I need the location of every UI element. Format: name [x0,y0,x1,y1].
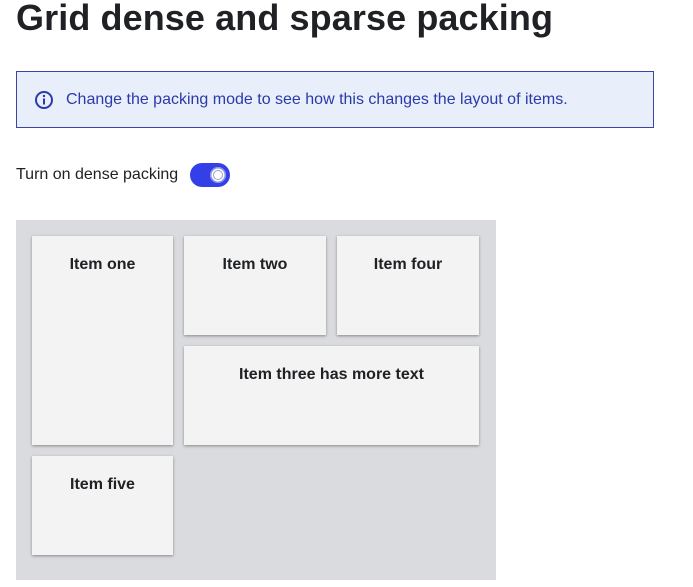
grid-item-five: Item five [32,456,173,555]
grid-item-four: Item four [337,236,479,335]
page-title: Grid dense and sparse packing [16,0,554,38]
grid-item-one: Item one [32,236,173,445]
grid-container: Item one Item two Item four Item three h… [16,220,496,580]
dense-packing-toggle-row: Turn on dense packing [16,160,231,190]
grid-item-two: Item two [184,236,326,335]
dense-packing-label: Turn on dense packing [16,166,179,183]
switch-knob [210,167,227,183]
dense-packing-switch[interactable] [190,163,231,187]
info-callout: Change the packing mode to see how this … [16,71,654,128]
switch-knob-ring [213,170,224,180]
info-icon [34,90,54,110]
grid-item-three: Item three has more text [184,346,479,445]
info-text: Change the packing mode to see how this … [66,90,568,108]
